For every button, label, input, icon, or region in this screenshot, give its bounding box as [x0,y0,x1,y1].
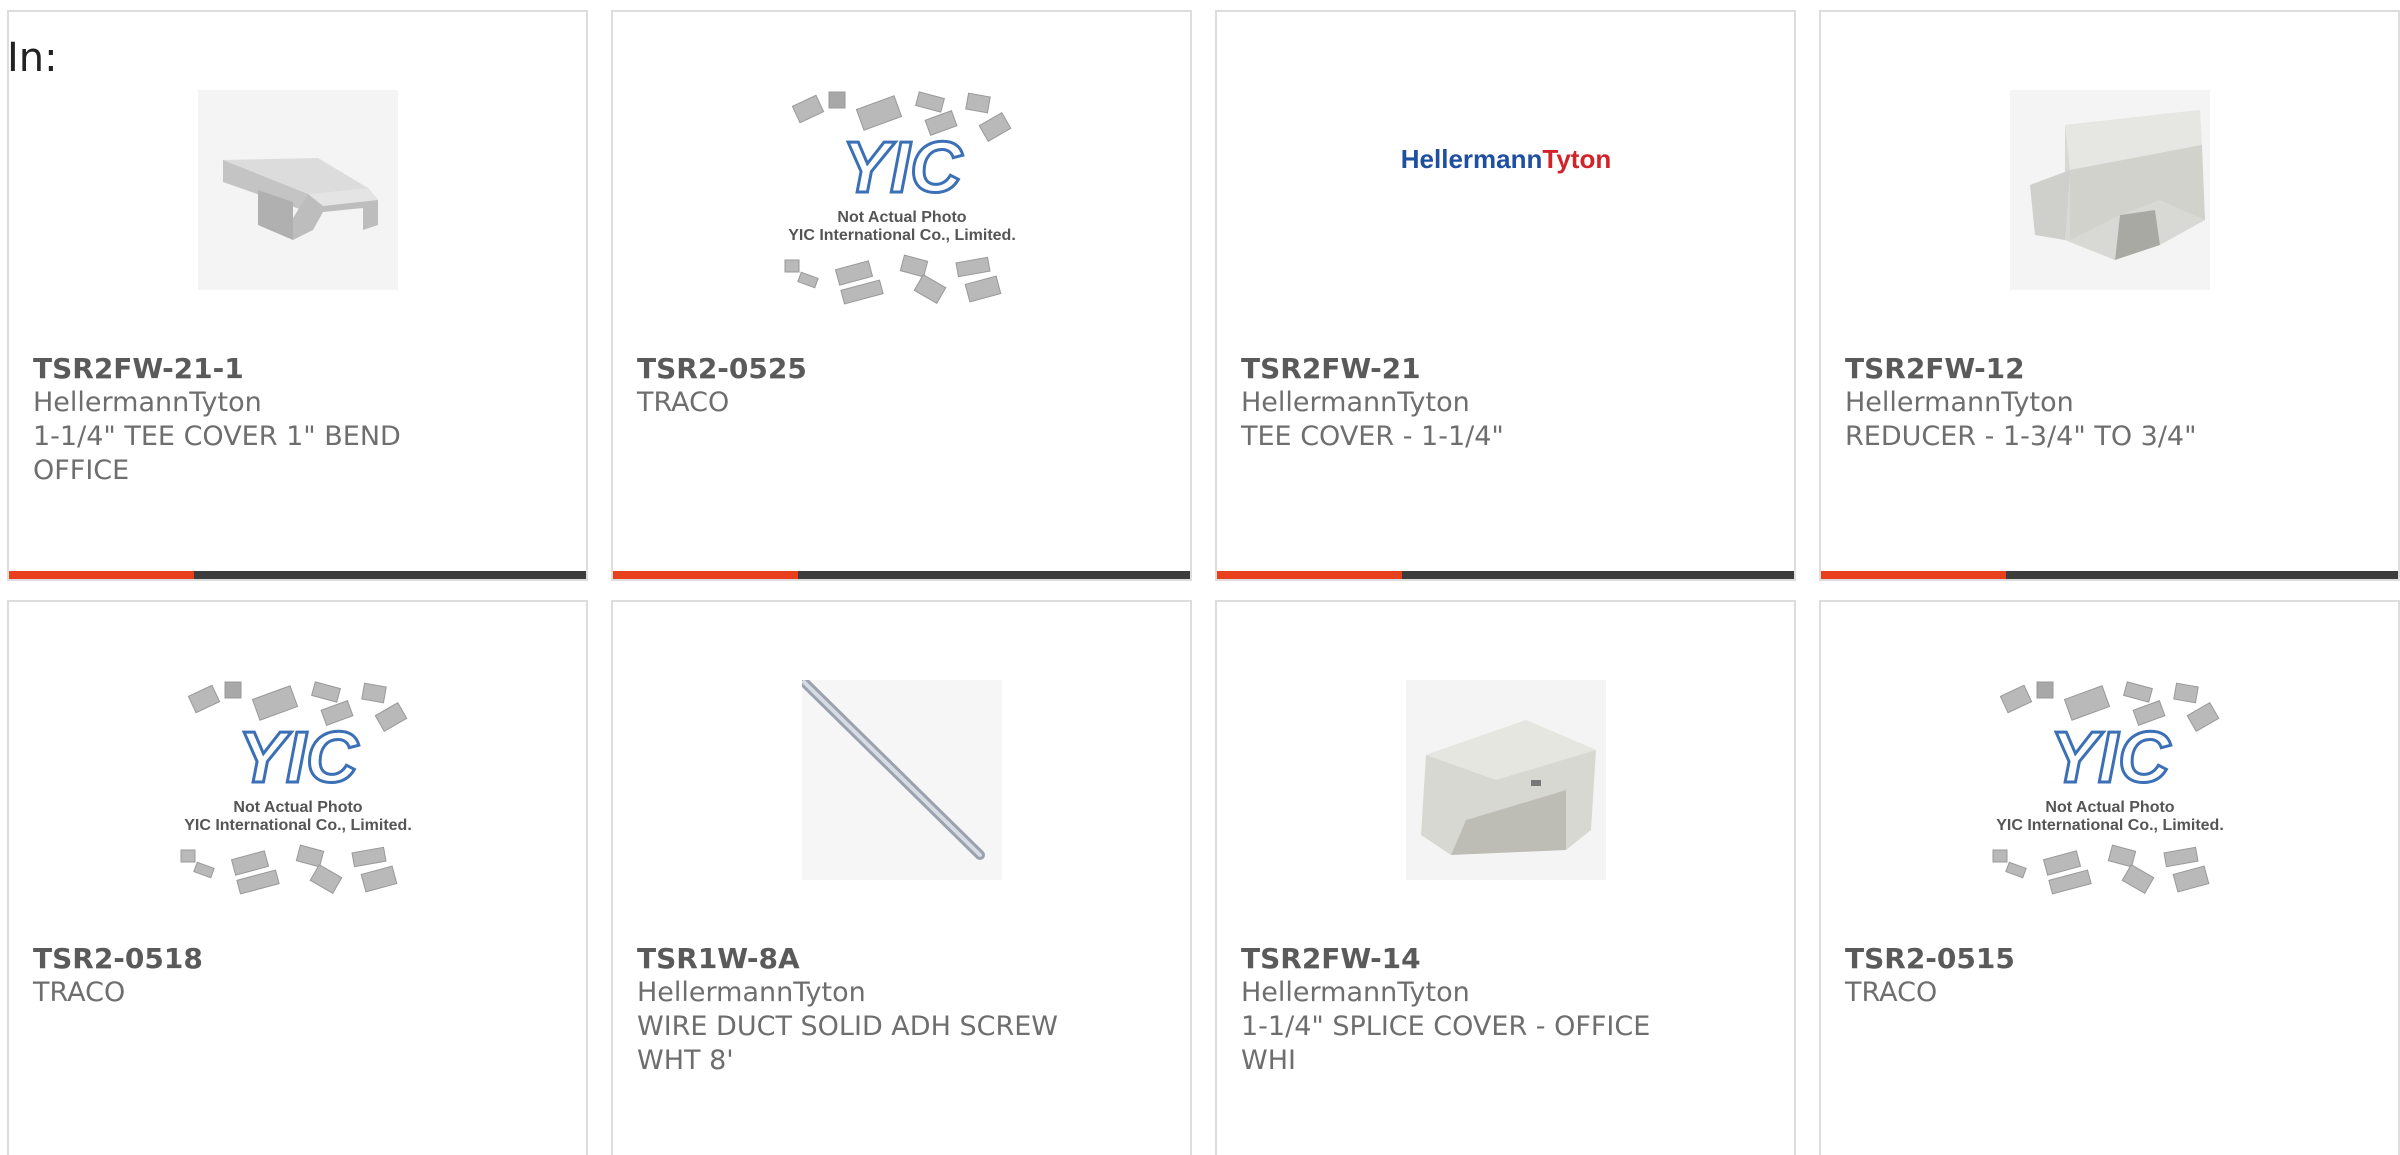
manufacturer: HellermannTyton [33,387,262,418]
description: TEE COVER - 1-1/4" [1241,421,1504,452]
manufacturer: TRACO [1845,977,1938,1008]
description: 1-1/4" TEE COVER 1" BEND OFFICE [33,421,401,486]
reducer-image [2009,90,2210,290]
product-image[interactable] [9,70,586,310]
manufacturer: TRACO [33,977,126,1008]
part-number[interactable]: TSR2FW-12 [1845,352,2382,386]
product-image[interactable] [1217,660,1794,900]
svg-text:YIC International Co., Limited: YIC International Co., Limited. [184,817,412,834]
card-footer-bar [9,571,586,579]
product-info: TSR1W-8A HellermannTyton WIRE DUCT SOLID… [637,942,1174,1078]
wire-duct-image [801,680,1002,880]
part-number[interactable]: TSR2FW-21 [1241,352,1778,386]
product-info: TSR2FW-21 HellermannTyton TEE COVER - 1-… [1241,352,1778,454]
manufacturer: HellermannTyton [1241,977,1470,1008]
description: REDUCER - 1-3/4" TO 3/4" [1845,421,2197,452]
product-card[interactable]: YIC Not Actual Photo YIC International C… [611,10,1192,581]
product-card[interactable]: TSR2FW-21-1 HellermannTyton 1-1/4" TEE C… [7,10,588,581]
product-grid-page: In: TSR2FW-21-1 HellermannTyton 1-1/4" T… [0,0,2400,1155]
manufacturer: HellermannTyton [1845,387,2074,418]
svg-text:YIC International Co., Limited: YIC International Co., Limited. [1996,817,2224,834]
svg-text:YIC: YIC [841,128,962,208]
card-accent-bar [1217,571,1402,579]
product-image[interactable] [613,660,1190,900]
yic-placeholder-image: YIC Not Actual Photo YIC International C… [784,91,1016,305]
svg-text:Not Actual Photo: Not Actual Photo [837,209,966,226]
filter-label: In: [7,35,58,81]
product-info: TSR2FW-12 HellermannTyton REDUCER - 1-3/… [1845,352,2382,454]
card-footer-bar [1821,571,2398,579]
product-image[interactable] [1821,70,2398,310]
product-info: TSR2-0515 TRACO [1845,942,2382,1010]
manufacturer: TRACO [637,387,730,418]
svg-text:HellermannTyton: HellermannTyton [1400,144,1610,174]
part-number[interactable]: TSR2-0515 [1845,942,2382,976]
part-number[interactable]: TSR2FW-21-1 [33,352,570,386]
product-image[interactable]: HellermannTyton [1217,70,1794,310]
yic-placeholder-image: YIC Not Actual Photo YIC International C… [180,681,412,895]
product-image[interactable]: YIC Not Actual Photo YIC International C… [613,70,1190,310]
card-accent-bar [9,571,194,579]
product-info: TSR2FW-14 HellermannTyton 1-1/4" SPLICE … [1241,942,1778,1078]
svg-text:YIC International Co., Limited: YIC International Co., Limited. [788,227,1016,244]
product-card[interactable]: YIC Not Actual Photo YIC International C… [7,600,588,1155]
manufacturer: HellermannTyton [637,977,866,1008]
description: 1-1/4" SPLICE COVER - OFFICE WHI [1241,1011,1651,1076]
card-footer-bar [613,571,1190,579]
tee-cover-image [197,90,398,290]
product-card[interactable]: TSR1W-8A HellermannTyton WIRE DUCT SOLID… [611,600,1192,1155]
product-image[interactable]: YIC Not Actual Photo YIC International C… [9,660,586,900]
svg-text:YIC: YIC [237,718,358,798]
yic-placeholder-image: YIC Not Actual Photo YIC International C… [1992,681,2224,895]
svg-text:Not Actual Photo: Not Actual Photo [233,799,362,816]
product-card[interactable]: TSR2FW-12 HellermannTyton REDUCER - 1-3/… [1819,10,2400,581]
part-number[interactable]: TSR2-0518 [33,942,570,976]
card-footer-bar [1217,571,1794,579]
svg-text:YIC: YIC [2049,718,2170,798]
product-image[interactable]: YIC Not Actual Photo YIC International C… [1821,660,2398,900]
product-grid: TSR2FW-21-1 HellermannTyton 1-1/4" TEE C… [0,0,2400,1155]
card-accent-bar [1821,571,2006,579]
product-info: TSR2-0518 TRACO [33,942,570,1010]
part-number[interactable]: TSR2-0525 [637,352,1174,386]
description: WIRE DUCT SOLID ADH SCREW WHT 8' [637,1011,1058,1076]
manufacturer: HellermannTyton [1241,387,1470,418]
part-number[interactable]: TSR2FW-14 [1241,942,1778,976]
splice-cover-image [1405,680,1606,880]
part-number[interactable]: TSR1W-8A [637,942,1174,976]
card-accent-bar [613,571,798,579]
product-card[interactable]: HellermannTyton TSR2FW-21 HellermannTyto… [1215,10,1796,581]
product-info: TSR2-0525 TRACO [637,352,1174,420]
product-info: TSR2FW-21-1 HellermannTyton 1-1/4" TEE C… [33,352,570,488]
product-card[interactable]: YIC Not Actual Photo YIC International C… [1819,600,2400,1155]
svg-text:Not Actual Photo: Not Actual Photo [2045,799,2174,816]
hellermanntyton-logo-image: HellermannTyton [1400,144,1610,174]
product-card[interactable]: TSR2FW-14 HellermannTyton 1-1/4" SPLICE … [1215,600,1796,1155]
